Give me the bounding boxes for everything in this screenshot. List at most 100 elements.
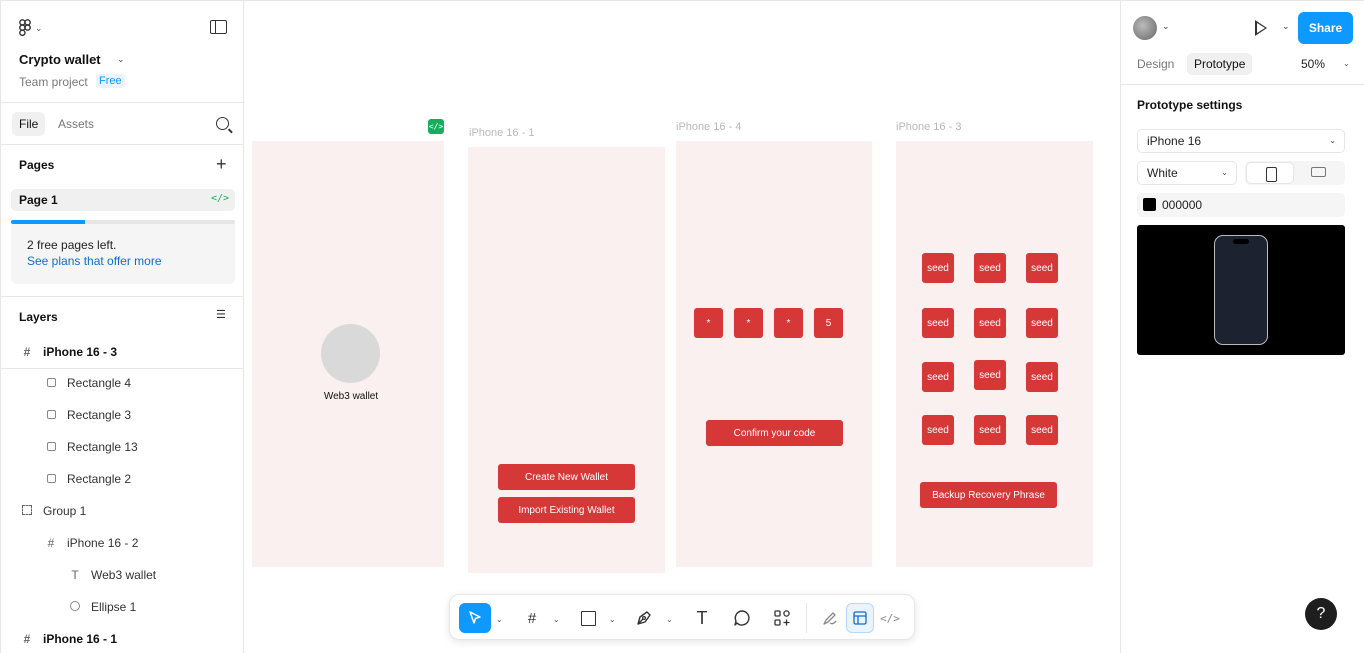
- plan-badge[interactable]: Free: [96, 74, 125, 88]
- design-mode-icon[interactable]: [846, 603, 874, 633]
- pen-tool-icon[interactable]: [632, 603, 656, 633]
- bottom-toolbar: ⌄ # ⌄ ⌄ ⌄ T </>: [449, 594, 915, 640]
- tab-prototype[interactable]: Prototype: [1187, 53, 1253, 75]
- device-select[interactable]: iPhone 16 ⌄: [1137, 129, 1345, 153]
- layer-item[interactable]: Rectangle 13: [45, 437, 138, 457]
- chevron-down-icon[interactable]: ⌄: [666, 615, 673, 624]
- layer-item[interactable]: # iPhone 16 - 2: [45, 533, 139, 553]
- layer-item[interactable]: # iPhone 16 - 1: [21, 629, 117, 649]
- page-label: Page 1: [19, 193, 58, 207]
- layers-options-icon[interactable]: ☰: [216, 309, 230, 321]
- zoom-level[interactable]: 50%: [1301, 57, 1325, 71]
- chevron-down-icon[interactable]: ⌄: [117, 54, 125, 65]
- avatar[interactable]: [1133, 16, 1157, 40]
- draw-mode-icon[interactable]: [816, 603, 844, 633]
- layer-label: Rectangle 3: [67, 408, 132, 422]
- figma-logo-icon: [19, 19, 31, 37]
- layer-item[interactable]: Group 1: [21, 501, 86, 521]
- phone-mockup-icon: [1214, 235, 1268, 345]
- chevron-down-icon[interactable]: ⌄: [1343, 59, 1350, 68]
- pin-digit[interactable]: *: [694, 308, 723, 338]
- text-tool-icon[interactable]: T: [690, 603, 714, 633]
- share-button[interactable]: Share: [1298, 12, 1353, 44]
- portrait-icon[interactable]: [1246, 162, 1294, 184]
- frame-label[interactable]: iPhone 16 - 1: [469, 127, 534, 139]
- layer-item[interactable]: Ellipse 1: [69, 597, 136, 617]
- layer-item[interactable]: Rectangle 3: [45, 405, 131, 425]
- chevron-down-icon[interactable]: ⌄: [609, 615, 616, 624]
- sidebar-toggle-icon[interactable]: [210, 20, 227, 34]
- layer-label: Group 1: [43, 504, 87, 518]
- frame-icon: #: [23, 345, 31, 359]
- move-tool-icon[interactable]: [459, 603, 491, 633]
- chevron-down-icon[interactable]: ⌄: [1282, 21, 1290, 32]
- rectangle-tool-icon[interactable]: [576, 603, 600, 633]
- layer-item[interactable]: Rectangle 4: [45, 373, 131, 393]
- pin-digit[interactable]: *: [734, 308, 763, 338]
- dev-code-icon[interactable]: </>: [428, 119, 444, 134]
- frame-label[interactable]: iPhone 16 - 4: [676, 121, 741, 133]
- seed-word[interactable]: seed: [974, 308, 1006, 338]
- seed-word[interactable]: seed: [1026, 253, 1058, 283]
- pin-digit[interactable]: 5: [814, 308, 843, 338]
- chevron-down-icon[interactable]: ⌄: [496, 615, 503, 624]
- add-page-icon[interactable]: +: [216, 155, 227, 173]
- chevron-down-icon: ⌄: [1221, 168, 1228, 177]
- help-button[interactable]: ?: [1305, 598, 1337, 630]
- seed-word[interactable]: seed: [1026, 308, 1058, 338]
- seed-word[interactable]: seed: [922, 362, 954, 392]
- seed-word[interactable]: seed: [922, 308, 954, 338]
- seed-word[interactable]: seed: [974, 253, 1006, 283]
- chevron-down-icon[interactable]: ⌄: [1162, 21, 1170, 32]
- comment-tool-icon[interactable]: [730, 603, 754, 633]
- actions-tool-icon[interactable]: [770, 603, 794, 633]
- design-canvas[interactable]: </> Web3 wallet iPhone 16 - 1 Create New…: [245, 1, 1120, 653]
- chevron-down-icon[interactable]: ⌄: [553, 615, 560, 624]
- page-list-item[interactable]: Page 1 </>: [11, 189, 235, 211]
- layer-item[interactable]: # iPhone 16 - 3: [21, 342, 117, 362]
- background-color-value[interactable]: 000000: [1162, 198, 1202, 212]
- seed-word[interactable]: seed: [974, 360, 1006, 390]
- tab-assets[interactable]: Assets: [51, 112, 101, 136]
- present-play-icon[interactable]: [1255, 20, 1268, 36]
- dev-mode-icon[interactable]: </>: [876, 603, 904, 633]
- text-icon: T: [71, 568, 79, 582]
- seed-word[interactable]: seed: [922, 415, 954, 445]
- project-title[interactable]: Crypto wallet: [19, 52, 101, 67]
- confirm-code-button[interactable]: Confirm your code: [706, 420, 843, 446]
- frame-icon: #: [47, 536, 55, 550]
- see-plans-link[interactable]: See plans that offer more: [27, 254, 162, 268]
- layer-label: iPhone 16 - 1: [43, 632, 118, 646]
- device-color-select[interactable]: White ⌄: [1137, 161, 1237, 185]
- tab-file[interactable]: File: [12, 112, 46, 136]
- frame-label[interactable]: iPhone 16 - 3: [896, 121, 961, 133]
- seed-word[interactable]: seed: [1026, 362, 1058, 392]
- create-wallet-button[interactable]: Create New Wallet: [498, 464, 635, 490]
- backup-phrase-button[interactable]: Backup Recovery Phrase: [920, 482, 1057, 508]
- background-color-field[interactable]: 000000: [1137, 193, 1345, 217]
- seed-word[interactable]: seed: [1026, 415, 1058, 445]
- tab-design[interactable]: Design: [1130, 53, 1181, 75]
- figma-app: ⌄ Crypto wallet ⌄ Team project Free File…: [0, 0, 1364, 653]
- seed-word[interactable]: seed: [974, 415, 1006, 445]
- layer-item[interactable]: T Web3 wallet: [69, 565, 156, 585]
- ellipse-shape[interactable]: [321, 324, 380, 383]
- frame-tool-icon[interactable]: #: [520, 603, 544, 633]
- search-icon[interactable]: [216, 117, 229, 130]
- layer-item[interactable]: Rectangle 2: [45, 469, 131, 489]
- import-wallet-button[interactable]: Import Existing Wallet: [498, 497, 635, 523]
- frame-iphone-16-1[interactable]: Create New Wallet Import Existing Wallet: [468, 147, 665, 573]
- device-preview: [1137, 225, 1345, 355]
- frame-iphone-16-2[interactable]: Web3 wallet: [252, 141, 444, 567]
- divider: [1121, 84, 1364, 85]
- web3-wallet-text[interactable]: Web3 wallet: [311, 391, 391, 402]
- main-menu-button[interactable]: ⌄: [19, 19, 49, 37]
- rectangle-icon: [45, 373, 57, 393]
- seed-word[interactable]: seed: [922, 253, 954, 283]
- pin-digit[interactable]: *: [774, 308, 803, 338]
- frame-iphone-16-3[interactable]: seed seed seed seed seed seed seed seed …: [896, 141, 1093, 567]
- color-swatch[interactable]: [1143, 198, 1156, 211]
- upgrade-box: 2 free pages left. See plans that offer …: [11, 224, 235, 284]
- frame-iphone-16-4[interactable]: * * * 5 Confirm your code: [676, 141, 872, 567]
- landscape-icon[interactable]: [1311, 167, 1326, 177]
